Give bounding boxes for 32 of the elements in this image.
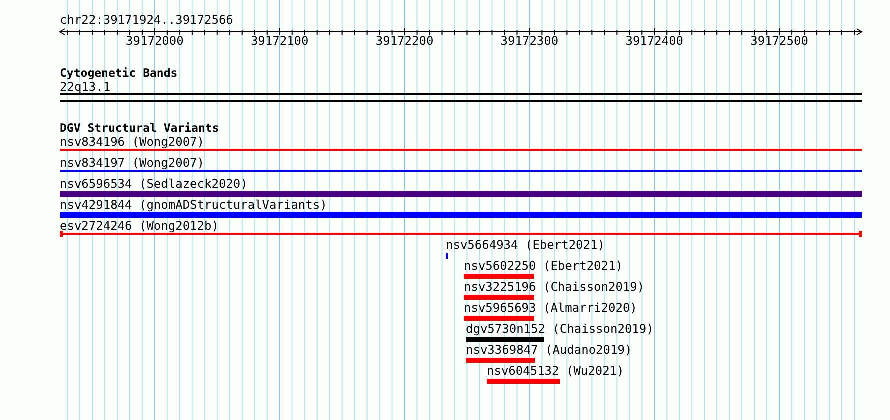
- feature-label: nsv5664934 (Ebert2021): [446, 238, 605, 252]
- tick-label: 39172500: [750, 35, 808, 47]
- band-box[interactable]: [60, 93, 862, 102]
- feature-bar[interactable]: [60, 212, 862, 218]
- feature-label: nsv834196 (Wong2007): [60, 135, 204, 149]
- feature-bar[interactable]: [464, 316, 534, 321]
- feature-label: nsv6596534 (Sedlazeck2020): [60, 177, 248, 191]
- feature-label: nsv5965693 (Almarri2020): [464, 301, 638, 315]
- feature-label: nsv3225196 (Chaisson2019): [464, 280, 645, 294]
- track-title: DGV Structural Variants: [60, 121, 220, 135]
- feature-label: dgv5730n152 (Chaisson2019): [466, 322, 654, 336]
- feature-label: nsv5602250 (Ebert2021): [464, 259, 623, 273]
- tick-label: 39172100: [250, 35, 309, 47]
- tick-label: 39172000: [126, 35, 184, 47]
- tick-label: 39172400: [626, 35, 684, 47]
- track-title: Cytogenetic Bands: [60, 66, 178, 80]
- tick-label: 39172300: [500, 35, 559, 47]
- feature-bar[interactable]: [464, 295, 534, 300]
- feature-bar[interactable]: [60, 191, 862, 197]
- feature-label: nsv4291844 (gnomADStructuralVariants): [60, 198, 328, 212]
- location-label: chr22:39171924..39172566: [60, 13, 234, 27]
- feature-line[interactable]: [60, 231, 862, 237]
- feature-label: nsv3369847 (Audano2019): [466, 343, 632, 357]
- feature-label: nsv834197 (Wong2007): [60, 156, 204, 170]
- feature-bar[interactable]: [466, 358, 535, 363]
- feature-bar[interactable]: [466, 337, 544, 342]
- tick-label: 39172200: [376, 35, 434, 47]
- feature-label: nsv6045132 (Wu2021): [487, 364, 624, 378]
- feature-label: 22q13.1: [60, 80, 111, 94]
- feature-label: esv2724246 (Wong2012b): [60, 219, 219, 233]
- feature-bar[interactable]: [464, 274, 534, 279]
- feature-bar[interactable]: [487, 379, 560, 384]
